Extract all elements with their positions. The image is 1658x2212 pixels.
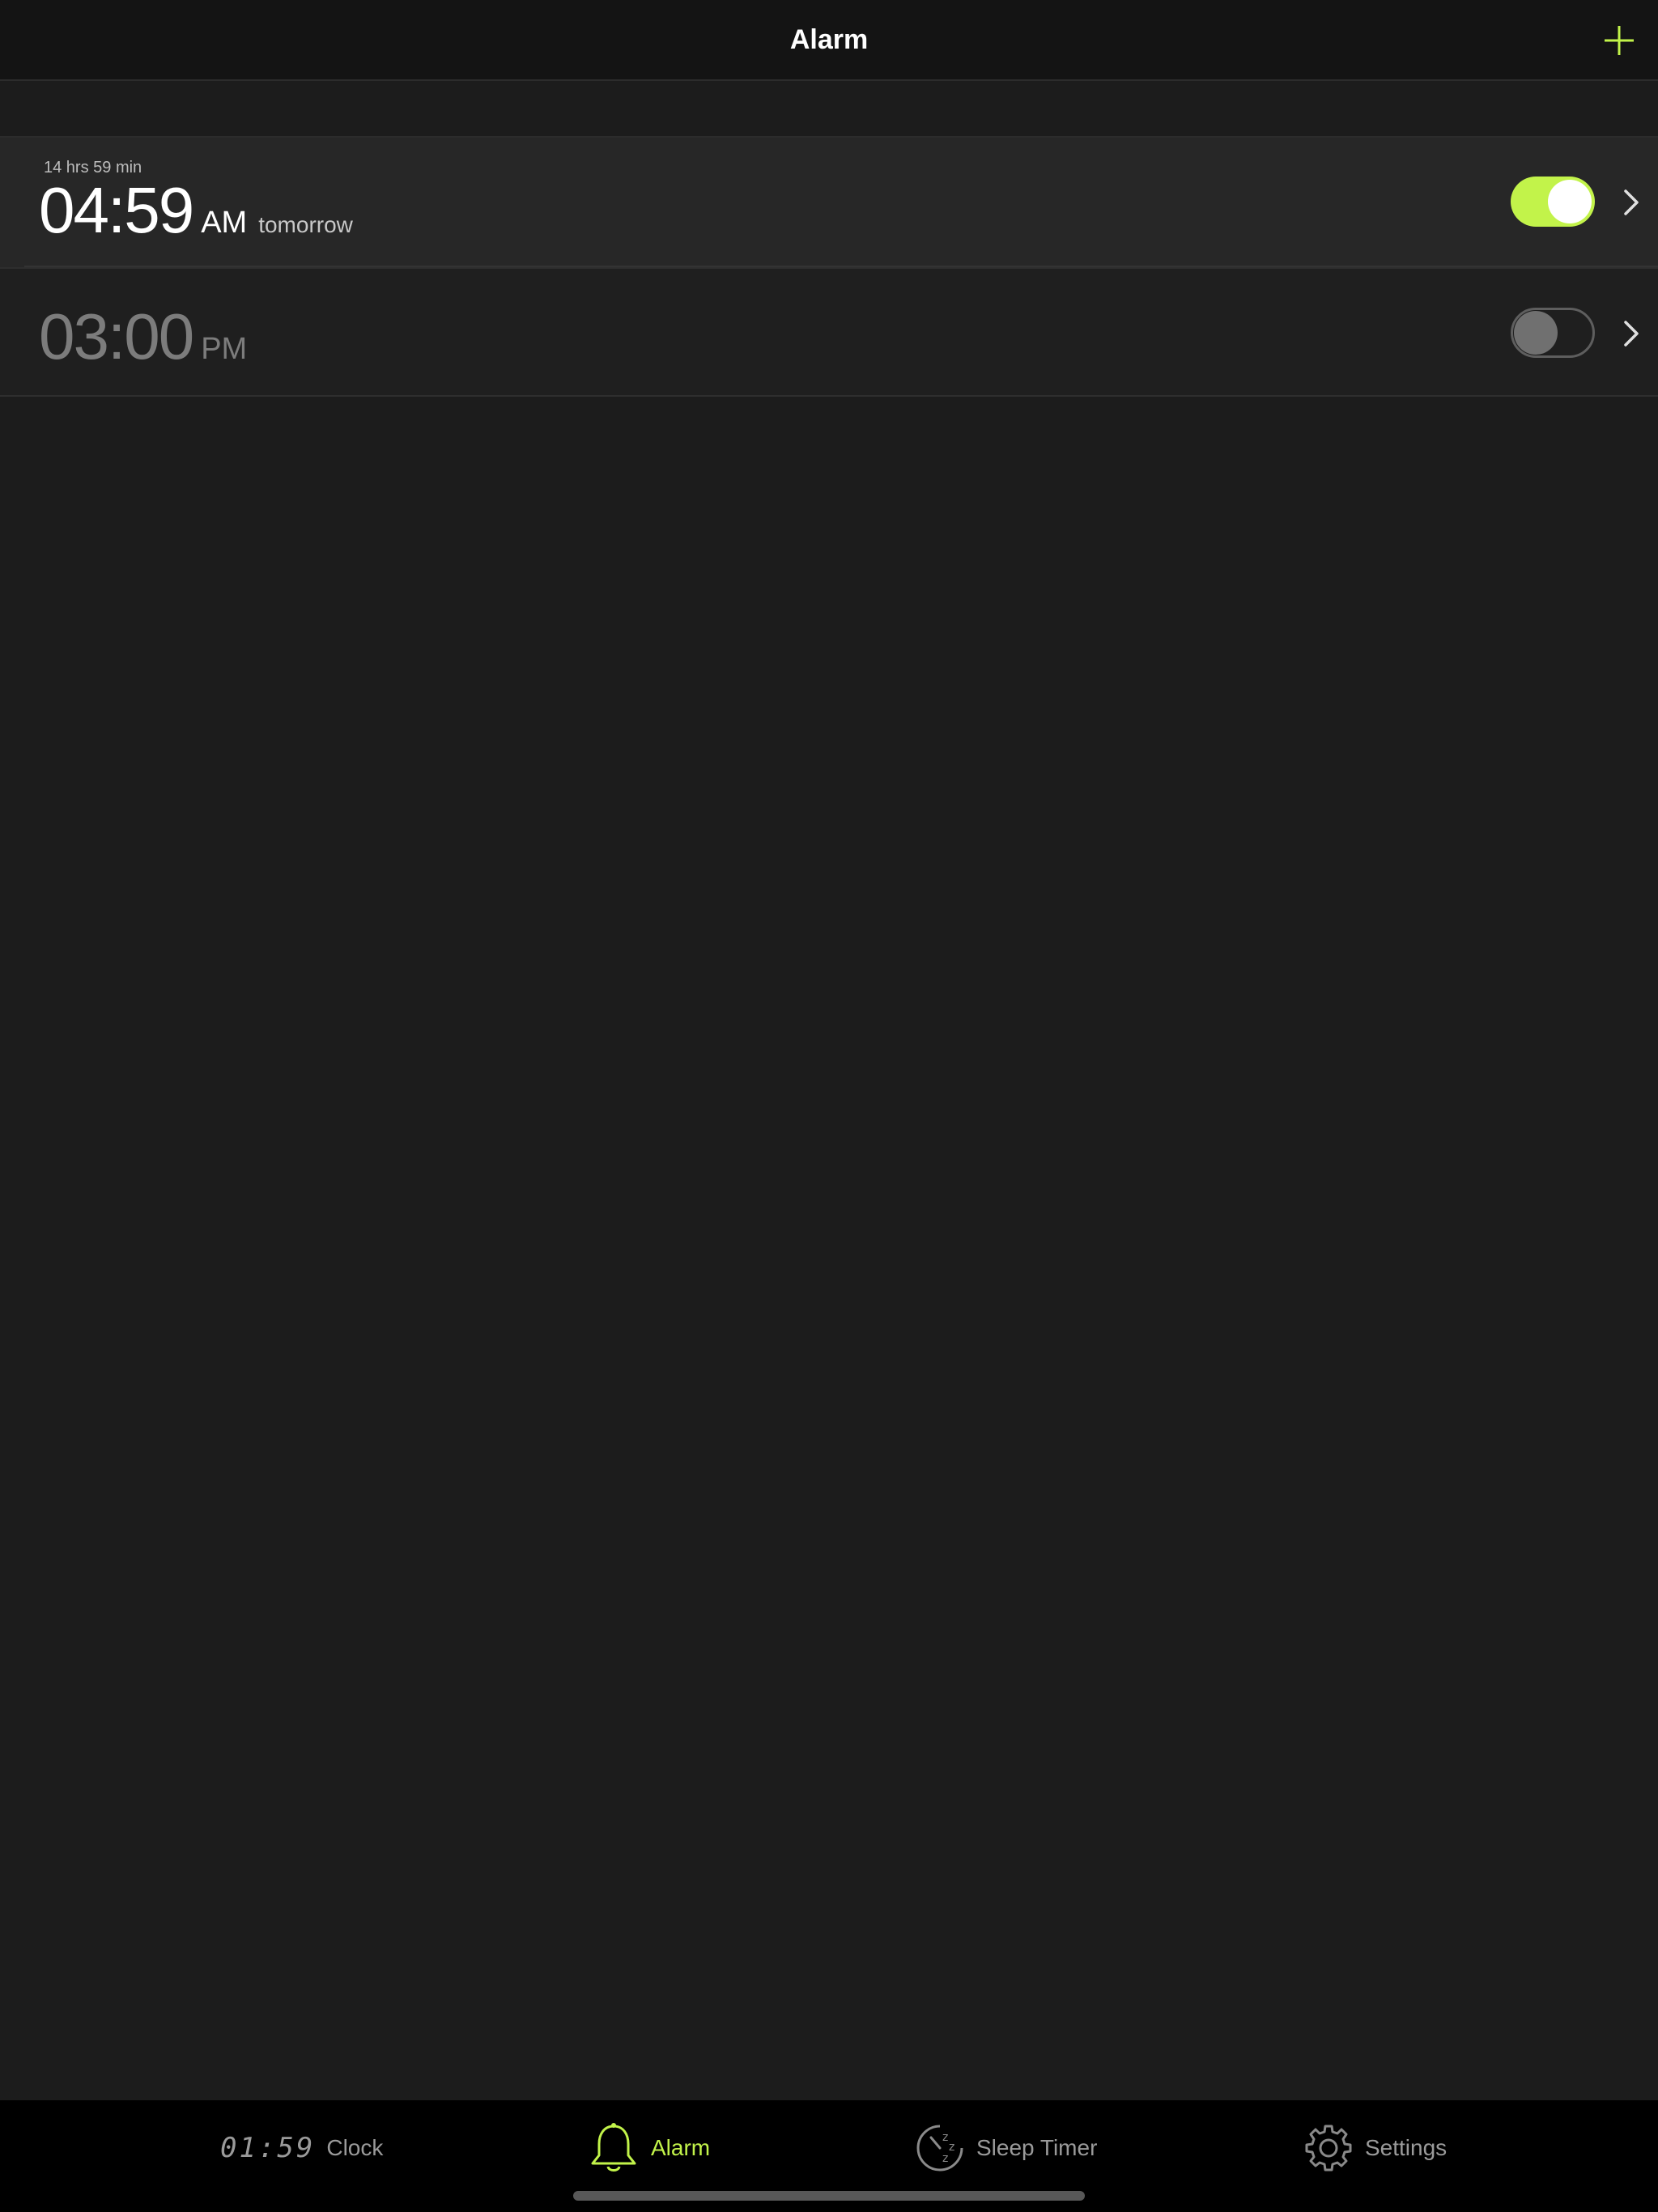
chevron-right-icon[interactable] xyxy=(1619,186,1643,219)
alarm-toggle-2[interactable] xyxy=(1511,308,1595,358)
home-indicator[interactable] xyxy=(573,2191,1085,2201)
page-title: Alarm xyxy=(789,24,869,55)
svg-text:z: z xyxy=(942,2152,948,2165)
alarm-time-line: 04:59 AM tomorrow xyxy=(39,173,353,248)
tab-alarm[interactable]: Alarm xyxy=(588,2120,710,2176)
alarm-row-1[interactable]: 14 hrs 59 min 04:59 AM tomorrow xyxy=(0,138,1658,267)
svg-text:z: z xyxy=(949,2141,954,2154)
tab-sleep-timer[interactable]: z z z Sleep Timer xyxy=(915,2120,1097,2176)
chevron-right-icon[interactable] xyxy=(1619,317,1643,350)
toggle-knob xyxy=(1514,311,1558,355)
gear-icon xyxy=(1305,2125,1352,2172)
list-header-spacer xyxy=(0,81,1658,138)
sleep-timer-icon: z z z xyxy=(916,2125,963,2172)
toggle-knob xyxy=(1548,180,1592,223)
alarm-ampm: PM xyxy=(201,332,248,366)
alarm-day: tomorrow xyxy=(258,212,353,237)
tab-sleep-timer-label: Sleep Timer xyxy=(976,2135,1098,2160)
tab-settings[interactable]: Settings xyxy=(1303,2120,1447,2176)
alarm-time-line: 03:00 PM xyxy=(39,300,247,374)
navigation-bar: Alarm xyxy=(0,0,1658,81)
alarm-screen: Alarm 14 hrs 59 min 04:59 AM tomorrow 03:0… xyxy=(0,0,1658,2212)
clock-digital-icon: 01:59 xyxy=(220,2132,316,2164)
plus-icon xyxy=(1605,26,1634,55)
alarm-time: 04:59 xyxy=(39,174,194,246)
alarm-toggle-1[interactable] xyxy=(1511,177,1595,227)
alarm-row-2[interactable]: 03:00 PM xyxy=(0,267,1658,397)
tab-clock[interactable]: 01:59 Clock xyxy=(220,2120,383,2176)
tab-settings-label: Settings xyxy=(1365,2135,1448,2160)
alarm-time: 03:00 xyxy=(39,300,194,372)
bell-icon xyxy=(591,2123,636,2172)
tab-alarm-label: Alarm xyxy=(651,2135,711,2160)
alarm-ampm: AM xyxy=(201,206,248,240)
tab-clock-label: Clock xyxy=(326,2135,384,2160)
svg-text:z: z xyxy=(942,2131,948,2144)
add-alarm-button[interactable] xyxy=(1596,18,1642,63)
